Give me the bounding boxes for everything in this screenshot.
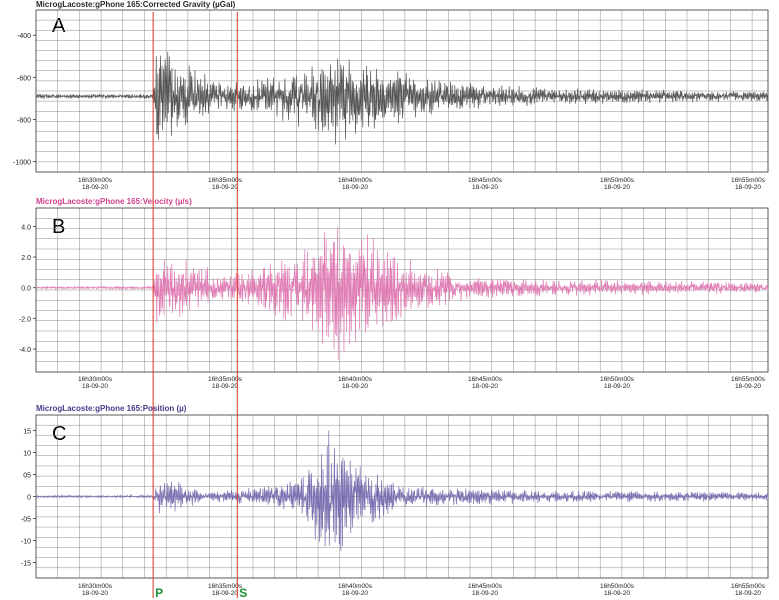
x-tick-date: 18-09-20: [212, 184, 238, 191]
panel-c-title: MicrogLacoste:gPhone 165:Position (µ): [36, 404, 187, 413]
waveform-series: [35, 430, 769, 551]
x-tick-date: 18-09-20: [342, 590, 368, 597]
x-tick-time: 16h30m00s: [78, 583, 113, 590]
y-tick-label: -05: [21, 517, 31, 524]
x-tick-date: 18-09-20: [604, 590, 630, 597]
x-tick-time: 16h40m00s: [338, 177, 373, 184]
x-tick-date: 18-09-20: [735, 383, 761, 390]
x-tick-date: 18-09-20: [82, 184, 108, 191]
y-tick-label: 10: [23, 450, 31, 457]
y-tick-label: -1000: [13, 159, 31, 166]
x-tick-date: 18-09-20: [472, 590, 498, 597]
y-tick-label: 0: [27, 495, 31, 502]
waveform-series: [35, 226, 769, 360]
x-tick-date: 18-09-20: [82, 590, 108, 597]
y-tick-label: 05: [23, 472, 31, 479]
x-tick-date: 18-09-20: [212, 590, 238, 597]
y-tick-label: 4.0: [21, 224, 31, 231]
x-tick-date: 18-09-20: [604, 383, 630, 390]
x-tick-date: 18-09-20: [735, 590, 761, 597]
waveform-series: [35, 51, 769, 145]
panel-b-velocity: MicrogLacoste:gPhone 165:Velocity (µ/s) …: [19, 197, 769, 390]
y-tick-label: 0.0: [21, 286, 31, 293]
panel-a-title: MicrogLacoste:gPhone 165:Corrected Gravi…: [36, 0, 236, 9]
x-tick-time: 16h40m00s: [338, 583, 373, 590]
x-tick-time: 16h30m00s: [78, 376, 113, 383]
x-tick-date: 18-09-20: [82, 383, 108, 390]
x-tick-time: 16h50m00s: [600, 376, 635, 383]
x-tick-time: 16h55m00s: [731, 583, 766, 590]
x-tick-time: 16h45m00s: [468, 583, 503, 590]
panel-b-letter: B: [52, 216, 65, 238]
panel-c-letter: C: [52, 423, 66, 445]
y-tick-label: -4.0: [19, 347, 31, 354]
x-tick-time: 16h30m00s: [78, 177, 113, 184]
x-tick-date: 18-09-20: [604, 184, 630, 191]
panel-a-letter: A: [52, 15, 66, 37]
x-tick-time: 16h45m00s: [468, 376, 503, 383]
x-tick-date: 18-09-20: [735, 184, 761, 191]
x-tick-time: 16h45m00s: [468, 177, 503, 184]
panel-a-gravity: MicrogLacoste:gPhone 165:Corrected Gravi…: [13, 0, 769, 191]
x-tick-time: 16h55m00s: [731, 376, 766, 383]
y-tick-label: 15: [23, 428, 31, 435]
x-tick-date: 18-09-20: [212, 383, 238, 390]
x-tick-date: 18-09-20: [342, 383, 368, 390]
panel-b-title: MicrogLacoste:gPhone 165:Velocity (µ/s): [36, 197, 192, 206]
y-tick-label: -2.0: [19, 316, 31, 323]
y-tick-label: -400: [17, 33, 31, 40]
x-tick-time: 16h50m00s: [600, 583, 635, 590]
panel-c-position: MicrogLacoste:gPhone 165:Position (µ) C …: [21, 404, 769, 597]
y-tick-label: -600: [17, 75, 31, 82]
phase-marker-label: S: [239, 586, 247, 600]
y-tick-label: -10: [21, 539, 31, 546]
x-tick-date: 18-09-20: [342, 184, 368, 191]
x-tick-date: 18-09-20: [472, 383, 498, 390]
x-tick-time: 16h50m00s: [600, 177, 635, 184]
seismogram-figure: MicrogLacoste:gPhone 165:Corrected Gravi…: [13, 0, 769, 600]
y-tick-label: -15: [21, 561, 31, 568]
x-tick-time: 16h40m00s: [338, 376, 373, 383]
y-tick-label: -800: [17, 117, 31, 124]
x-tick-time: 16h55m00s: [731, 177, 766, 184]
y-tick-label: 2.0: [21, 255, 31, 262]
x-tick-date: 18-09-20: [472, 184, 498, 191]
phase-marker-label: P: [155, 586, 163, 600]
